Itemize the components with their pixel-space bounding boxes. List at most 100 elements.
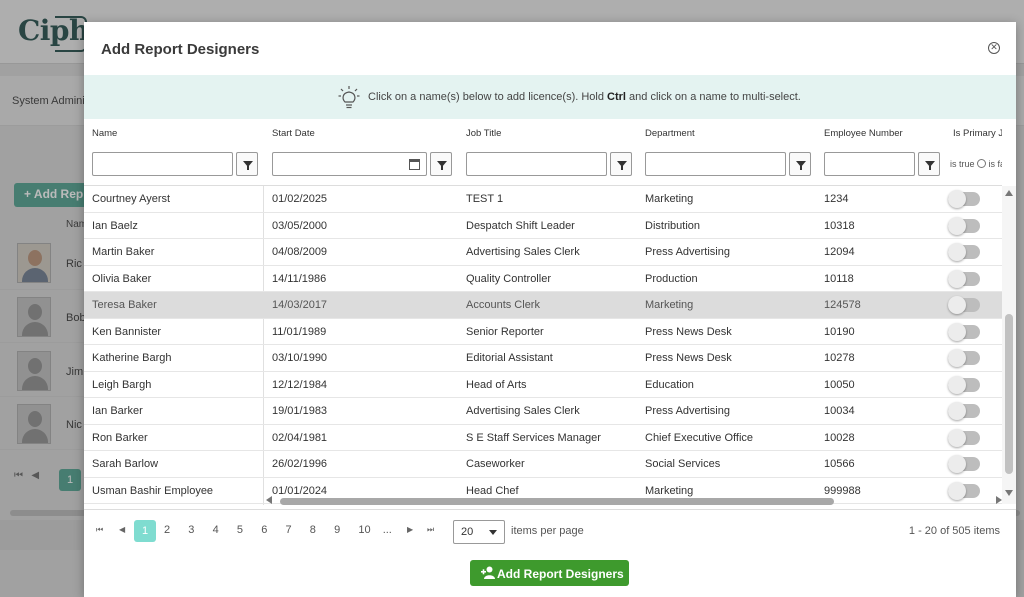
is-primary-job-toggle[interactable] [948, 455, 980, 473]
employee-number-filter-input[interactable] [824, 152, 915, 176]
close-icon[interactable]: ✕ [988, 42, 1000, 54]
table-row[interactable]: Courtney Ayerst 01/02/2025 TEST 1 Marketing… [84, 186, 1002, 213]
cell-emp: 10050 [824, 378, 855, 391]
is-true-label: is true [950, 159, 975, 169]
page-ellipsis[interactable]: ... [383, 524, 392, 536]
is-primary-job-toggle[interactable] [948, 243, 980, 261]
cell-dept: Marketing [645, 193, 694, 205]
table-row[interactable]: Ian Barker 19/01/1983 Advertising Sales Cl… [84, 398, 1002, 425]
scroll-down-icon[interactable] [1005, 490, 1013, 496]
radio-is-true[interactable] [977, 159, 987, 168]
page-6[interactable]: 6 [261, 524, 267, 536]
page-9[interactable]: 9 [334, 524, 340, 536]
name-filter-input[interactable] [92, 152, 233, 176]
last-page-icon[interactable]: ⏭ [427, 525, 434, 535]
scroll-left-icon[interactable] [266, 496, 272, 504]
is-primary-job-toggle[interactable] [948, 190, 980, 208]
is-primary-job-toggle[interactable] [948, 322, 980, 341]
is-primary-job-toggle[interactable] [948, 375, 980, 394]
info-bar: Click on a name(s) below to add licence(… [84, 75, 1016, 119]
cell-dept: Press News Desk [645, 352, 732, 364]
is-primary-job-toggle[interactable] [948, 428, 980, 447]
cell-job: TEST 1 [466, 193, 504, 205]
scroll-up-icon[interactable] [1005, 190, 1013, 196]
column-header-employee-number[interactable]: Employee Number [824, 119, 903, 143]
column-header-is-primary-job[interactable]: Is Primary Jo [953, 119, 1002, 143]
filter-row: is true is fa [84, 143, 1002, 186]
add-report-designers-button[interactable]: Add Report Designers [470, 560, 629, 586]
cell-emp: 10034 [824, 405, 855, 417]
cell-start: 14/11/1986 [272, 272, 327, 285]
column-header-start-date[interactable]: Start Date [272, 119, 315, 143]
page-3[interactable]: 3 [188, 524, 194, 536]
page-1[interactable]: 1 [134, 520, 156, 542]
cell-start: 12/12/1984 [272, 378, 328, 391]
cell-dept: Social Services [645, 458, 721, 470]
table-row[interactable]: Ken Bannister 11/01/1989 Senior Reporter Pr… [84, 319, 1002, 345]
page-size-select[interactable]: 20 [453, 520, 505, 544]
cell-start: 03/10/1990 [272, 352, 328, 364]
vertical-scroll-thumb[interactable] [1005, 314, 1013, 474]
table-row[interactable]: Teresa Baker 14/03/2017 Accounts Clerk Mark… [84, 292, 1002, 319]
add-report-designers-label: Add Report Designers [497, 567, 624, 581]
employee-grid: Name Start Date Job Title Department Emp… [84, 119, 1002, 505]
previous-page-icon[interactable]: ◀ [119, 525, 125, 534]
cell-job: Accounts Clerk [466, 299, 540, 311]
calendar-icon[interactable] [409, 159, 420, 170]
page-4[interactable]: 4 [213, 524, 219, 536]
is-primary-job-toggle[interactable] [948, 402, 980, 420]
table-row[interactable]: Ron Barker 02/04/1981 S E Staff Services M… [84, 425, 1002, 451]
filter-icon[interactable] [430, 152, 452, 176]
start-date-filter-input[interactable] [272, 152, 427, 176]
add-report-designers-dialog: Add Report Designers ✕ Click on a name(s… [84, 22, 1016, 597]
cell-emp: 10278 [824, 352, 855, 364]
is-primary-job-toggle[interactable] [948, 216, 980, 235]
cell-dept: Production [645, 272, 698, 285]
horizontal-scrollbar[interactable] [264, 495, 1002, 507]
filter-icon[interactable] [236, 152, 258, 176]
vertical-scrollbar[interactable] [1002, 186, 1016, 504]
lightbulb-icon [338, 86, 360, 109]
page-10[interactable]: 10 [358, 524, 370, 536]
table-row[interactable]: Sarah Barlow 26/02/1996 Caseworker Social S… [84, 451, 1002, 478]
cell-start: 02/04/1981 [272, 431, 328, 444]
filter-icon[interactable] [610, 152, 632, 176]
filter-icon[interactable] [789, 152, 811, 176]
cell-emp: 12094 [824, 246, 855, 258]
cell-name: Ken Bannister [92, 325, 162, 338]
cell-name: Usman Bashir Employee [92, 484, 214, 497]
is-primary-job-toggle[interactable] [948, 269, 980, 288]
cell-job: Caseworker [466, 458, 525, 470]
filter-icon[interactable] [918, 152, 940, 176]
cell-dept: Press Advertising [645, 405, 730, 417]
column-header-department[interactable]: Department [645, 119, 695, 143]
is-primary-job-toggle[interactable] [948, 296, 980, 314]
column-header-job-title[interactable]: Job Title [466, 119, 501, 143]
page-8[interactable]: 8 [310, 524, 316, 536]
items-summary: 1 - 20 of 505 items [908, 525, 1000, 537]
next-page-icon[interactable]: ▶ [407, 525, 413, 534]
page-size-value: 20 [461, 526, 474, 538]
horizontal-scroll-thumb[interactable] [280, 498, 834, 505]
cell-job: Advertising Sales Clerk [466, 246, 580, 258]
column-header-name[interactable]: Name [92, 119, 117, 143]
cell-name: Leigh Bargh [92, 378, 152, 391]
first-page-icon[interactable]: ⏮ [96, 525, 103, 535]
table-row[interactable]: Martin Baker 04/08/2009 Advertising Sales … [84, 239, 1002, 266]
cell-job: Senior Reporter [466, 325, 544, 338]
table-row[interactable]: Olivia Baker 14/11/1986 Quality Controller… [84, 266, 1002, 292]
table-row[interactable]: Ian Baelz 03/05/2000 Despatch Shift Leader… [84, 213, 1002, 239]
department-filter-input[interactable] [645, 152, 786, 176]
page-7[interactable]: 7 [286, 524, 292, 536]
cell-job: Head of Arts [466, 378, 527, 391]
scroll-right-icon[interactable] [996, 496, 1002, 504]
table-row[interactable]: Leigh Bargh 12/12/1984 Head of Arts Educati… [84, 372, 1002, 398]
is-primary-job-toggle[interactable] [948, 349, 980, 367]
job-title-filter-input[interactable] [466, 152, 607, 176]
page-2[interactable]: 2 [164, 524, 170, 536]
table-row[interactable]: Katherine Bargh 03/10/1990 Editorial Assis… [84, 345, 1002, 372]
chevron-down-icon [489, 530, 497, 535]
is-primary-job-filter: is true is fa [950, 159, 1002, 169]
cell-name: Martin Baker [92, 246, 155, 258]
page-5[interactable]: 5 [237, 524, 243, 536]
